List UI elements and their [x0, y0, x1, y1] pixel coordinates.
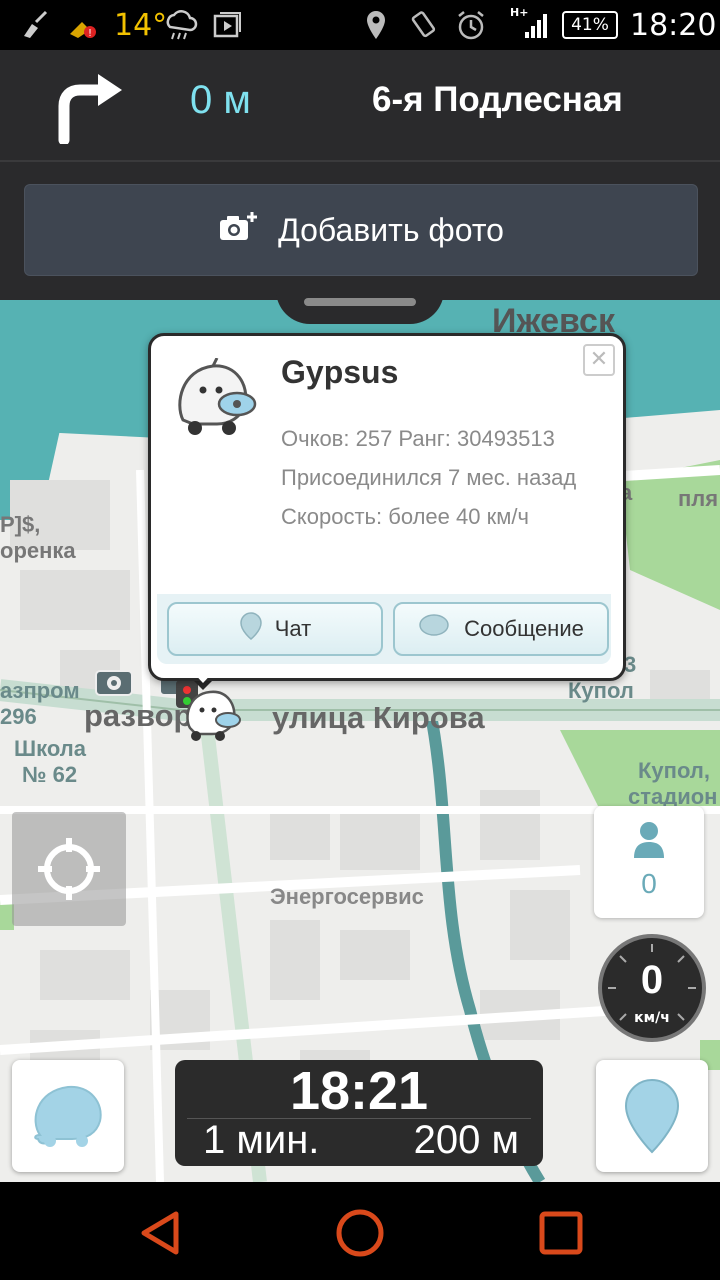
camera-add-icon	[218, 210, 258, 250]
cleaner-alert-icon: !	[68, 0, 100, 50]
remaining-time: 1 мин.	[203, 1118, 320, 1162]
message-label: Сообщение	[464, 616, 584, 641]
map-label-kirova-street: улица Кирова	[272, 700, 485, 735]
message-bubble-icon	[418, 613, 450, 645]
media-icon	[212, 0, 244, 50]
report-button[interactable]	[596, 1060, 708, 1172]
recent-apps-icon[interactable]	[534, 1206, 588, 1260]
map-label-school: Школа	[14, 736, 86, 761]
popup-pointer-fill	[189, 668, 217, 683]
svg-text:!: !	[88, 28, 92, 39]
home-icon[interactable]	[333, 1206, 387, 1260]
remaining-distance: 200 м	[413, 1118, 519, 1162]
main-menu-button[interactable]	[12, 1060, 124, 1172]
joined-info: Присоединился 7 мес. назад	[281, 465, 577, 490]
chat-label: Чат	[274, 616, 312, 641]
status-bar: ! 14° H+ 41% 18:20	[0, 0, 720, 50]
recenter-button[interactable]	[12, 812, 126, 926]
map-label-left-a: P]$,	[0, 512, 41, 537]
wazer-name: Gypsus	[281, 354, 399, 390]
message-button[interactable]: Сообщение	[393, 602, 609, 656]
navigation-instruction-bar[interactable]: 0 м 6-я Подлесная	[0, 50, 720, 162]
add-photo-label: Добавить фото	[278, 211, 504, 248]
map-label-razvor: развор	[84, 698, 193, 733]
user-info-popup: Gypsus Очков: 257 Ранг: 30493513 Присоед…	[148, 333, 626, 681]
map-label-gazprom-num: 296	[0, 704, 37, 729]
current-speed: 0	[640, 958, 664, 1002]
popup-actions: Чат Сообщение	[157, 594, 611, 664]
battery-icon: 41%	[562, 0, 618, 50]
chat-button[interactable]: Чат	[167, 602, 383, 656]
drag-grip	[304, 298, 416, 306]
close-icon[interactable]: ✕	[583, 344, 615, 376]
turn-right-arrow-icon	[50, 70, 126, 148]
points-rank: Очков: 257 Ранг: 30493513	[281, 426, 555, 451]
distance-to-turn: 0 м	[190, 78, 251, 122]
panel-drag-handle[interactable]	[276, 290, 444, 324]
crosshair-icon	[38, 838, 100, 900]
map-label-school-num: № 62	[22, 762, 78, 787]
rain-cloud-icon	[162, 0, 198, 50]
speedometer: 0 км/ч	[598, 934, 706, 1042]
nearby-users-count: 0	[641, 868, 657, 899]
status-clock: 18:20	[630, 7, 717, 43]
arrival-time: 18:21	[289, 1061, 429, 1121]
map-label-left-b: оренка	[0, 538, 76, 563]
map-label-gazprom: азпром	[0, 678, 80, 703]
report-pin-icon	[624, 1078, 680, 1154]
weather-temperature: 14°	[114, 7, 168, 43]
map-label-kupol-stadium: Купол,	[638, 758, 710, 783]
map-label-kupol: Купол	[568, 678, 634, 703]
navigation-panel: Добавить фото	[0, 162, 720, 300]
alarm-icon	[454, 0, 488, 50]
person-icon	[632, 820, 666, 864]
next-street-name: 6-я Подлесная	[372, 80, 623, 119]
map-label-plya: пля	[678, 486, 719, 511]
system-navigation-bar	[0, 1182, 720, 1280]
signal-icon	[524, 0, 550, 50]
location-icon	[364, 0, 388, 50]
eta-panel[interactable]: 18:21 1 мин. 200 м	[175, 1060, 543, 1166]
rotation-icon	[408, 0, 440, 50]
wazer-avatar	[173, 357, 263, 442]
waze-menu-icon	[34, 1085, 102, 1147]
add-photo-button[interactable]: Добавить фото	[24, 184, 698, 276]
map-label-energoservis: Энергосервис	[270, 884, 424, 909]
broom-icon	[20, 0, 50, 50]
battery-level: 41%	[562, 11, 618, 39]
back-icon[interactable]	[134, 1206, 188, 1260]
chat-pin-icon	[239, 611, 263, 647]
speed-info: Скорость: более 40 км/ч	[281, 504, 529, 529]
speed-unit: км/ч	[634, 1010, 670, 1026]
nearby-users-widget[interactable]: 0	[594, 806, 704, 918]
